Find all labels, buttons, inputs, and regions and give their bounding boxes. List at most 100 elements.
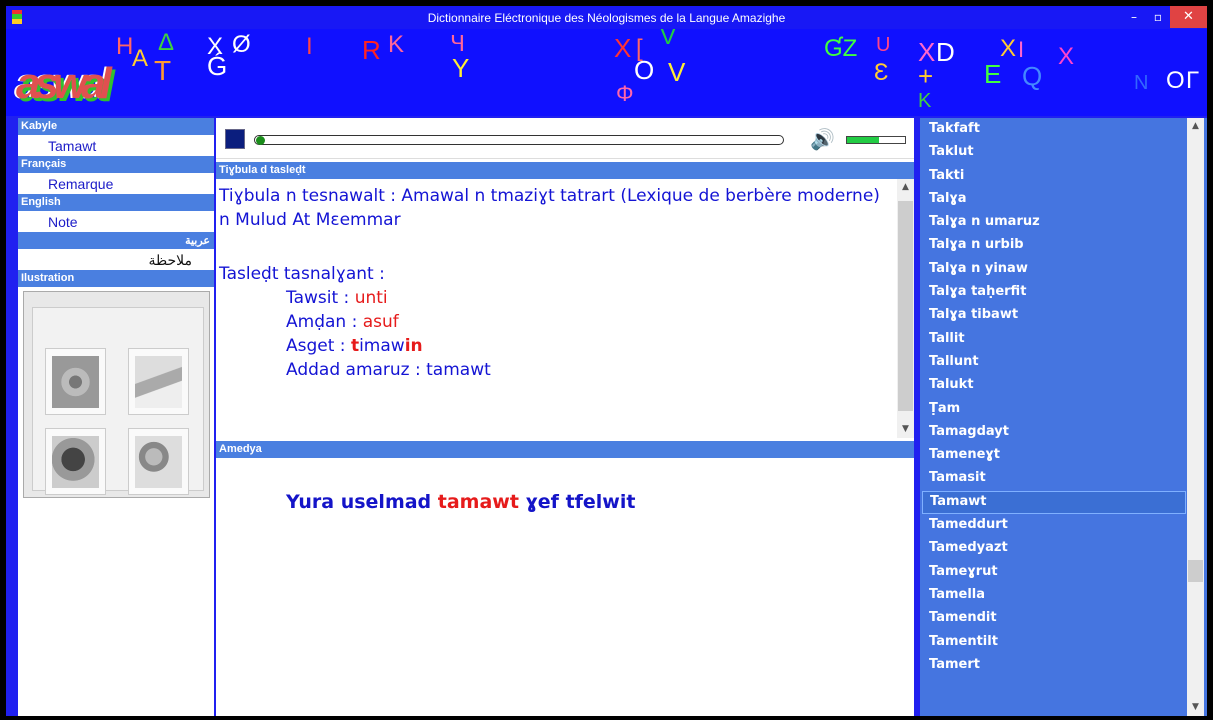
- tifinagh-glyph: E: [984, 59, 1002, 89]
- word-list-item[interactable]: Tamendit: [922, 607, 1186, 630]
- word-list-item[interactable]: Tameɣrut: [922, 561, 1186, 584]
- volume-fill: [847, 137, 879, 143]
- gender-value: unti: [354, 288, 388, 308]
- example-sentence: Yura uselmad tamawt ɣef tfelwit: [286, 491, 636, 513]
- word-list-item[interactable]: Talɣa tibawt: [922, 304, 1186, 327]
- stop-button[interactable]: [225, 129, 245, 149]
- scroll-thumb[interactable]: [1188, 560, 1203, 582]
- definition-author-line: n Mulud At Mɛemmar: [219, 210, 401, 230]
- word-list-item[interactable]: Tamella: [922, 584, 1186, 607]
- word-list-item[interactable]: Tamagdayt: [922, 421, 1186, 444]
- word-list-item[interactable]: Talɣa n umaruz: [922, 211, 1186, 234]
- tifinagh-glyph: V: [668, 57, 686, 87]
- definition-source-line: Tiɣbula n tesnawalt : Amawal n tmaziɣt t…: [219, 186, 880, 206]
- tifinagh-glyph: ƓZ: [824, 35, 858, 62]
- annexed-state-line: Addad amaruz : tamawt: [286, 360, 491, 380]
- tifinagh-glyph: O: [634, 55, 655, 85]
- minimize-button[interactable]: –: [1122, 6, 1146, 28]
- word-list-item[interactable]: Tamasit: [922, 467, 1186, 490]
- tifinagh-glyph: X: [1000, 35, 1017, 62]
- title-bar[interactable]: Dictionnaire Eléctronique des Néologisme…: [6, 6, 1207, 29]
- tifinagh-glyph: I: [306, 33, 313, 60]
- scroll-up-icon[interactable]: ▲: [897, 179, 914, 196]
- word-list-item[interactable]: Takti: [922, 165, 1186, 188]
- definition-scrollbar[interactable]: ▲ ▼: [897, 179, 914, 438]
- scroll-down-icon[interactable]: ▼: [897, 421, 914, 438]
- tifinagh-glyph: Y: [452, 53, 470, 83]
- example-highlight: tamawt: [437, 491, 519, 513]
- tifinagh-glyph: +: [918, 61, 934, 91]
- section-header-illustration: Ilustration: [18, 270, 214, 287]
- word-list-item[interactable]: Tallunt: [922, 351, 1186, 374]
- app-window: Dictionnaire Eléctronique des Néologisme…: [6, 6, 1207, 716]
- word-list-item[interactable]: Talɣa: [922, 188, 1186, 211]
- number-value: asuf: [362, 312, 399, 332]
- word-list-item[interactable]: Tallit: [922, 328, 1186, 351]
- audio-player: 🔊: [216, 118, 914, 159]
- tifinagh-glyph: X: [614, 33, 632, 63]
- plural-stem: imaw: [359, 336, 405, 356]
- tifinagh-glyph: O: [1166, 67, 1185, 94]
- tifinagh-glyph: K: [388, 31, 405, 58]
- word-list-item[interactable]: Talɣa n yinaw: [922, 258, 1186, 281]
- plural-line: Asget : timawin: [219, 334, 884, 358]
- section-header-french: Français: [18, 156, 214, 173]
- plural-label: Asget :: [286, 336, 351, 356]
- word-list-item[interactable]: Takfaft: [922, 118, 1186, 141]
- scroll-thumb[interactable]: [898, 201, 913, 411]
- word-list-item[interactable]: Talɣa taḥerfit: [922, 281, 1186, 304]
- word-list-item[interactable]: Tameneɣt: [922, 444, 1186, 467]
- photo-thumbnail: [128, 348, 189, 415]
- word-list-item[interactable]: Talukt: [922, 374, 1186, 397]
- word-list-item[interactable]: Tameddurt: [922, 514, 1186, 537]
- scroll-down-icon[interactable]: ▼: [1187, 699, 1204, 716]
- scroll-up-icon[interactable]: ▲: [1187, 118, 1204, 135]
- seek-bar[interactable]: [254, 135, 784, 145]
- section-header-arabic: عربية: [18, 232, 214, 249]
- word-list-item[interactable]: Tamentilt: [922, 631, 1186, 654]
- word-list-item[interactable]: Tamedyazt: [922, 537, 1186, 560]
- volume-slider[interactable]: [846, 136, 906, 144]
- tifinagh-glyph: Δ: [158, 29, 175, 56]
- speaker-icon[interactable]: 🔊: [810, 127, 835, 151]
- header-banner: aswal H Δ A T X Ø Ǵ I R K Ɥ Y X [ V O V …: [6, 29, 1207, 116]
- tifinagh-glyph: A: [132, 45, 149, 72]
- gender-label: Tawsit :: [286, 288, 355, 308]
- translation-english[interactable]: Note: [18, 211, 214, 232]
- translation-kabyle[interactable]: Tamawt: [18, 135, 214, 156]
- tifinagh-glyph: Г: [1186, 67, 1199, 94]
- word-list-item-selected[interactable]: Tamawt: [922, 490, 1186, 515]
- word-list-item[interactable]: Tamert: [922, 654, 1186, 677]
- close-button[interactable]: ✕: [1170, 6, 1207, 28]
- illustration-image: [23, 291, 210, 498]
- section-header-kabyle: Kabyle: [18, 118, 214, 135]
- tifinagh-glyph: I: [1018, 37, 1025, 62]
- maximize-button[interactable]: ▫: [1146, 6, 1170, 28]
- gender-line: Tawsit : unti: [219, 286, 884, 310]
- tifinagh-glyph: Ɥ: [450, 31, 466, 56]
- tifinagh-glyph: Q: [1022, 61, 1043, 91]
- translation-arabic[interactable]: ملاحظة: [18, 249, 214, 270]
- seek-handle[interactable]: [256, 136, 265, 145]
- word-list-item[interactable]: Ṭam: [922, 398, 1186, 421]
- tifinagh-glyph: R: [362, 35, 381, 65]
- tifinagh-glyph: Ǵ: [207, 51, 228, 81]
- illustration-window: [32, 307, 204, 495]
- photo-thumbnail: [45, 348, 106, 415]
- tifinagh-glyph: Φ: [616, 81, 634, 106]
- word-list-scrollbar[interactable]: ▲ ▼: [1187, 118, 1204, 716]
- translation-french[interactable]: Remarque: [18, 173, 214, 194]
- tifinagh-glyph: Ɛ: [874, 59, 889, 86]
- tifinagh-glyph: T: [154, 55, 172, 86]
- definition-header: Tiɣbula d tasleḍt: [216, 162, 914, 179]
- word-list[interactable]: Takfaft Taklut Takti Talɣa Talɣa n umaru…: [922, 118, 1186, 677]
- tifinagh-glyph: X: [1058, 43, 1075, 70]
- word-list-item[interactable]: Taklut: [922, 141, 1186, 164]
- photo-thumbnail: [128, 428, 189, 495]
- tifinagh-glyph: N: [1134, 72, 1149, 94]
- main-content: 🔊 Tiɣbula d tasleḍt Tiɣbula n tesnawalt …: [216, 118, 914, 716]
- definition-text-area: Tiɣbula n tesnawalt : Amawal n tmaziɣt t…: [216, 179, 914, 438]
- tifinagh-glyph: U: [876, 34, 891, 56]
- tifinagh-glyph: H: [116, 33, 134, 60]
- word-list-item[interactable]: Talɣa n urbib: [922, 234, 1186, 257]
